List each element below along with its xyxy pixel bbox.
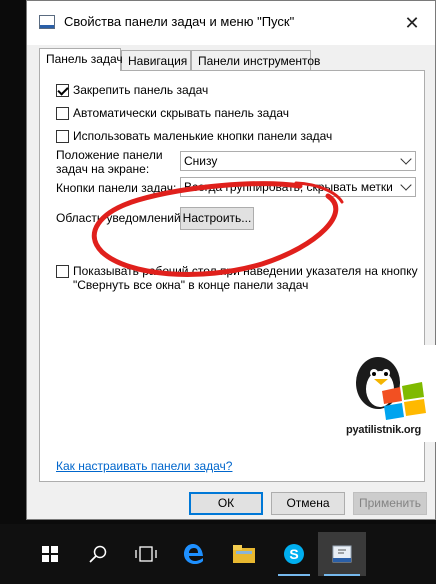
tab-taskbar[interactable]: Панель задач (39, 48, 123, 71)
file-explorer-button[interactable] (222, 532, 266, 576)
taskbar-properties-button[interactable] (318, 532, 366, 576)
skype-icon: S (284, 544, 304, 564)
annotation-stroke-tail (294, 181, 344, 204)
edge-button[interactable] (172, 532, 216, 576)
watermark-text: pyatilistnik.org (346, 424, 422, 436)
running-indicator (324, 574, 360, 576)
start-icon (42, 546, 58, 562)
search-icon (89, 545, 107, 563)
start-button[interactable] (28, 532, 72, 576)
skype-button[interactable]: S (272, 532, 316, 576)
task-view-button[interactable] (124, 532, 168, 576)
search-button[interactable] (76, 532, 120, 576)
red-annotation-ellipse (91, 181, 344, 277)
svg-text:S: S (289, 546, 298, 562)
task-view-icon (135, 546, 157, 562)
taskbar-properties-icon (332, 545, 352, 563)
edge-icon (184, 544, 203, 564)
watermark-logo: pyatilistnik.org (342, 345, 436, 442)
running-indicator (278, 574, 310, 576)
annotation-stroke (91, 181, 339, 277)
taskbar: S (0, 524, 436, 584)
file-explorer-icon (233, 545, 255, 563)
